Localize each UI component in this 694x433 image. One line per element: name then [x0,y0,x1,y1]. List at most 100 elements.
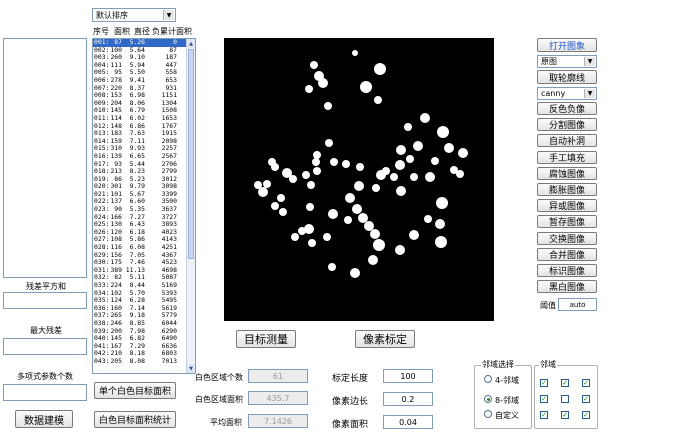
white-region [328,209,338,219]
white-region [374,96,382,104]
white-region [396,145,406,155]
neighborhood-checkbox[interactable]: ✓ [561,379,569,387]
xor-button[interactable]: 异或图像 [537,199,597,213]
white-region [308,239,316,247]
white-region [420,113,430,123]
calib-length-field[interactable]: 100 [383,369,433,383]
white-region [277,194,285,202]
white-region [404,123,412,131]
white-region [444,143,454,153]
radio-custom-label: 自定义 [495,411,519,420]
edge-method-combo[interactable]: canny ▼ [537,87,597,100]
invert-button[interactable]: 反色负像 [537,102,597,115]
pixel-area-field[interactable]: 0.04 [383,415,433,429]
white-region [372,184,380,192]
col-header-index: 序号 [93,27,109,36]
target-measure-button[interactable]: 目标测量 [236,330,296,348]
white-region [298,227,306,235]
auto-fill-holes-button[interactable]: 自动补洞 [537,134,597,148]
manual-fill-button[interactable]: 手工填充 [537,150,597,164]
white-region [425,172,435,182]
table-cell: 7013 [161,356,177,365]
white-region [437,126,449,138]
white-region [350,268,360,278]
pixel-area-label: 像素面积 [332,420,369,430]
calib-length-label: 标定长度 [332,374,369,384]
col-header-area: 面积 [114,27,130,36]
white-region [306,203,314,211]
dilate-button[interactable]: 膨胀图像 [537,183,597,196]
table-row[interactable]: 043: 205 8.08 7013 [93,356,195,366]
scroll-thumb[interactable] [188,49,194,259]
open-image-button[interactable]: 打开图象 [537,38,597,52]
white-region [352,50,358,56]
white-region [409,230,419,240]
build-model-button[interactable]: 数据建模 [15,410,73,428]
chevron-down-icon[interactable]: ▼ [584,89,595,98]
neighborhood-checkbox[interactable]: ✓ [540,395,548,403]
neighborhood-checkbox[interactable]: ✓ [582,395,590,403]
swap-button[interactable]: 交换图像 [537,231,597,245]
scroll-up-icon[interactable]: ▲ [187,39,195,48]
white-region [390,173,398,181]
black-white-button[interactable]: 黑白图像 [537,280,597,294]
region-area-label: 白色区域面积 [195,395,243,404]
chevron-down-icon[interactable]: ▼ [584,57,595,66]
neighborhood-checkbox[interactable]: ✓ [540,411,548,419]
contour-button[interactable]: 取轮廓线 [537,70,597,84]
neighborhood-checkbox[interactable]: ✓ [561,411,569,419]
scroll-down-icon[interactable]: ▼ [187,364,195,373]
white-area-stats-button[interactable]: 白色目标面积统计 [94,411,176,428]
stash-button[interactable]: 暂存图像 [537,215,597,229]
neighborhood-grid-label: 邻域 [539,359,557,370]
white-region [370,229,380,239]
segment-button[interactable]: 分割图像 [537,118,597,132]
chevron-down-icon[interactable]: ▼ [163,10,174,20]
radio-custom-neighborhood[interactable] [484,410,492,418]
measurement-list[interactable]: 001: 87 5.26 0 002: 100 5.64 87 003: 260 9.10 187 00… [92,38,196,374]
pixel-calibrate-button[interactable]: 像素标定 [355,330,415,348]
list-scrollbar[interactable]: ▲ ▼ [186,39,195,373]
label-button[interactable]: 标识图像 [537,264,597,277]
max-residual-field[interactable] [3,338,87,355]
table-cell: 205 [110,356,122,365]
binary-image-blobs [254,50,468,278]
white-region [374,63,386,75]
residual-plot-box [3,38,87,278]
white-region [313,151,321,159]
radio-8-neighborhood[interactable] [484,395,492,403]
neighborhood-checkbox[interactable]: ✓ [582,379,590,387]
sort-combo[interactable]: 默认排序 ▼ [92,8,176,22]
residual-field[interactable] [3,292,87,309]
neighborhood-checkbox[interactable]: ✓ [582,411,590,419]
neighborhood-checkbox[interactable]: ✓ [540,379,548,387]
region-count-label: 白色区域个数 [195,373,243,382]
image-source-combo[interactable]: 原图 ▼ [537,55,597,68]
edge-method-value: canny [541,89,566,98]
threshold-field[interactable]: auto [558,298,597,311]
white-region [406,155,414,163]
white-region [291,233,299,241]
white-region [324,102,332,110]
poly-params-label: 多项式参数个数 [17,372,73,381]
binary-image-canvas[interactable] [224,38,494,321]
white-region [456,170,464,178]
image-source-value: 原图 [541,57,557,66]
white-region [396,186,406,196]
poly-params-field[interactable] [3,384,87,401]
erode-button[interactable]: 腐蚀图像 [537,166,597,180]
single-white-area-button[interactable]: 单个白色目标面积 [94,382,176,399]
col-header-diameter: 直径 [134,27,150,36]
region-area-field[interactable]: 435.7 [248,391,308,405]
region-count-field[interactable]: 61 [248,369,308,383]
white-region [364,221,374,231]
radio-4-neighborhood[interactable] [484,375,492,383]
pixel-edge-label: 像素边长 [332,397,369,407]
avg-area-field[interactable]: 7.1426 [248,414,308,428]
pixel-edge-field[interactable]: 0.2 [383,392,433,406]
white-region [395,160,405,170]
radio-4-label: 4-邻域 [495,376,519,385]
neighborhood-checkbox[interactable] [561,395,569,403]
merge-button[interactable]: 合并图像 [537,247,597,261]
white-region [352,204,362,214]
